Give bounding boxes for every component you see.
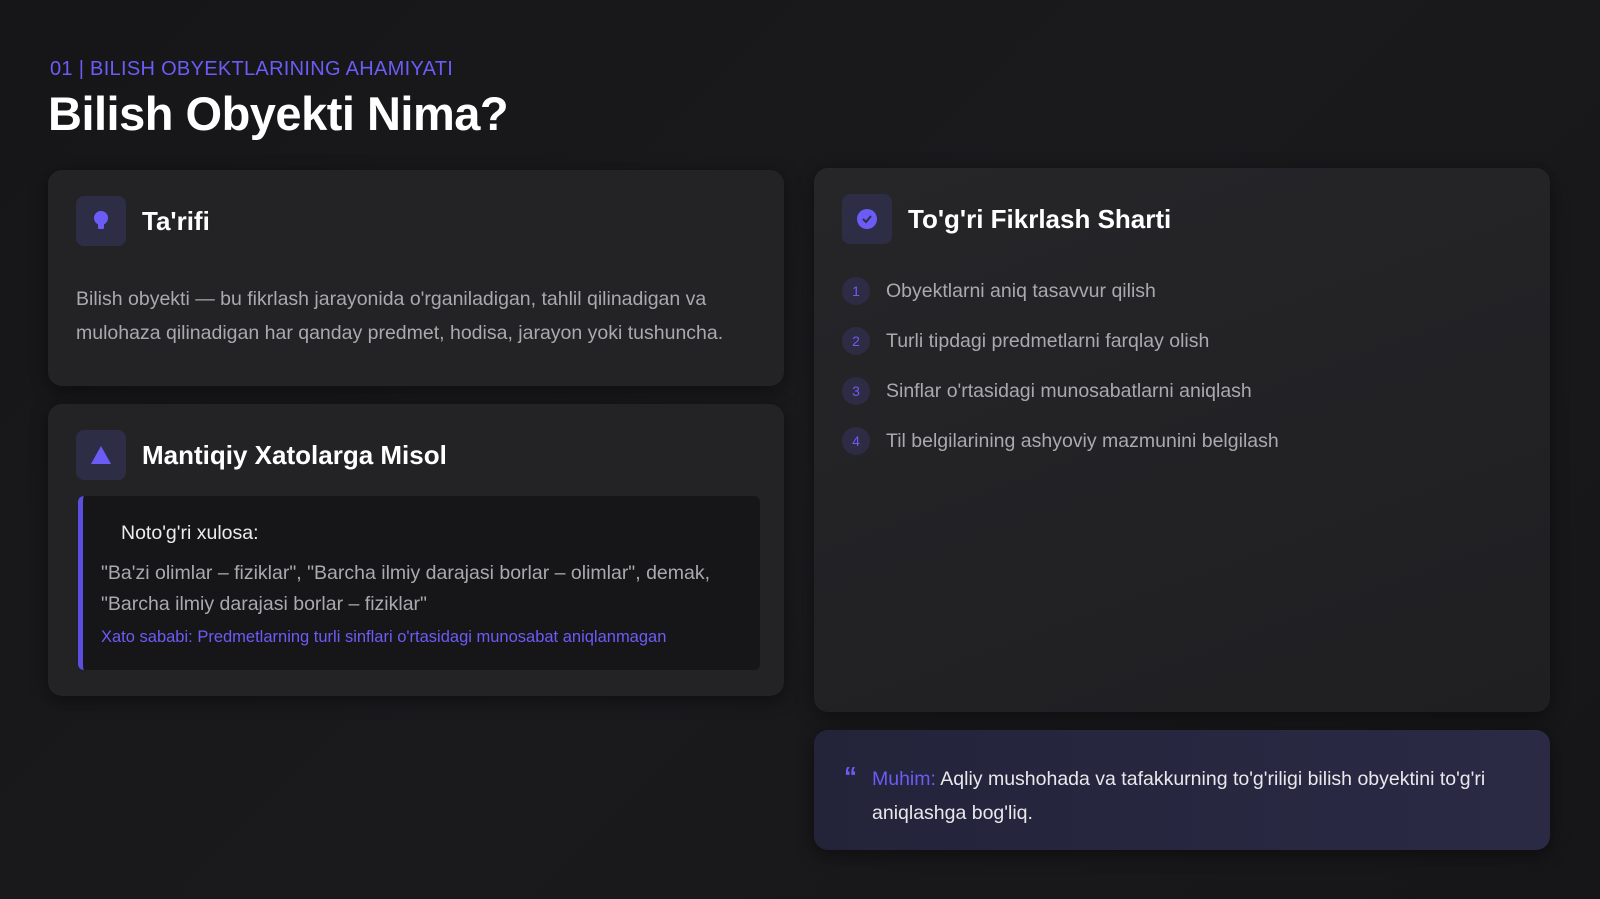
list-item: 3 Sinflar o'rtasidagi munosabatlarni ani… [842,366,1279,416]
definition-card-header: Ta'rifi [76,196,210,246]
list-item: 4 Til belgilarining ashyoviy mazmunini b… [842,416,1279,466]
condition-card-title: To'g'ri Fikrlash Sharti [908,203,1172,234]
error-card-title: Mantiqiy Xatolarga Misol [142,439,447,470]
list-item-text: Turli tipdagi predmetlarni farqlay olish [886,329,1210,352]
important-note-card: “ Muhim: Aqliy mushohada va tafakkurning… [814,730,1550,850]
list-item: 1 Obyektlarni aniq tasavvur qilish [842,266,1279,316]
condition-card: To'g'ri Fikrlash Sharti 1 Obyektlarni an… [814,168,1550,712]
quote-icon: “ [844,761,857,791]
warning-icon [76,430,126,480]
definition-title: Ta'rifi [142,205,210,236]
error-example-card: Mantiqiy Xatolarga Misol Noto'g'ri xulos… [48,404,784,696]
definition-card: Ta'rifi Bilish obyekti — bu fikrlash jar… [48,170,784,386]
list-item-text: Obyektlarni aniq tasavvur qilish [886,279,1156,302]
check-circle-icon [842,194,892,244]
note-body: Aqliy mushohada va tafakkurning to'g'ril… [872,768,1486,824]
condition-list: 1 Obyektlarni aniq tasavvur qilish 2 Tur… [842,266,1279,466]
list-number: 1 [842,277,870,305]
note-text: Muhim: Aqliy mushohada va tafakkurning t… [872,762,1532,830]
list-number: 4 [842,427,870,455]
list-item-text: Til belgilarining ashyoviy mazmunini bel… [886,429,1279,452]
error-example-box: Noto'g'ri xulosa: "Ba'zi olimlar – fizik… [78,496,760,670]
note-key: Muhim: [872,768,936,790]
slide: 01 | BILISH OBYEKTLARINING AHAMIYATI Bil… [0,0,1600,899]
error-card-header: Mantiqiy Xatolarga Misol [76,430,447,480]
condition-card-header: To'g'ri Fikrlash Sharti [842,194,1171,244]
list-number: 2 [842,327,870,355]
lightbulb-icon [76,196,126,246]
definition-text: Bilish obyekti — bu fikrlash jarayonida … [76,288,724,344]
error-label: Noto'g'ri xulosa: [121,522,259,544]
section-label: 01 | BILISH OBYEKTLARINING AHAMIYATI [50,58,454,80]
error-quote: "Ba'zi olimlar – fiziklar", "Barcha ilmi… [101,562,711,615]
list-item: 2 Turli tipdagi predmetlarni farqlay oli… [842,316,1279,366]
list-item-text: Sinflar o'rtasidagi munosabatlarni aniql… [886,379,1252,402]
error-reason: Xato sababi: Predmetlarning turli sinfla… [101,628,667,646]
list-number: 3 [842,377,870,405]
page-title: Bilish Obyekti Nima? [48,87,509,140]
